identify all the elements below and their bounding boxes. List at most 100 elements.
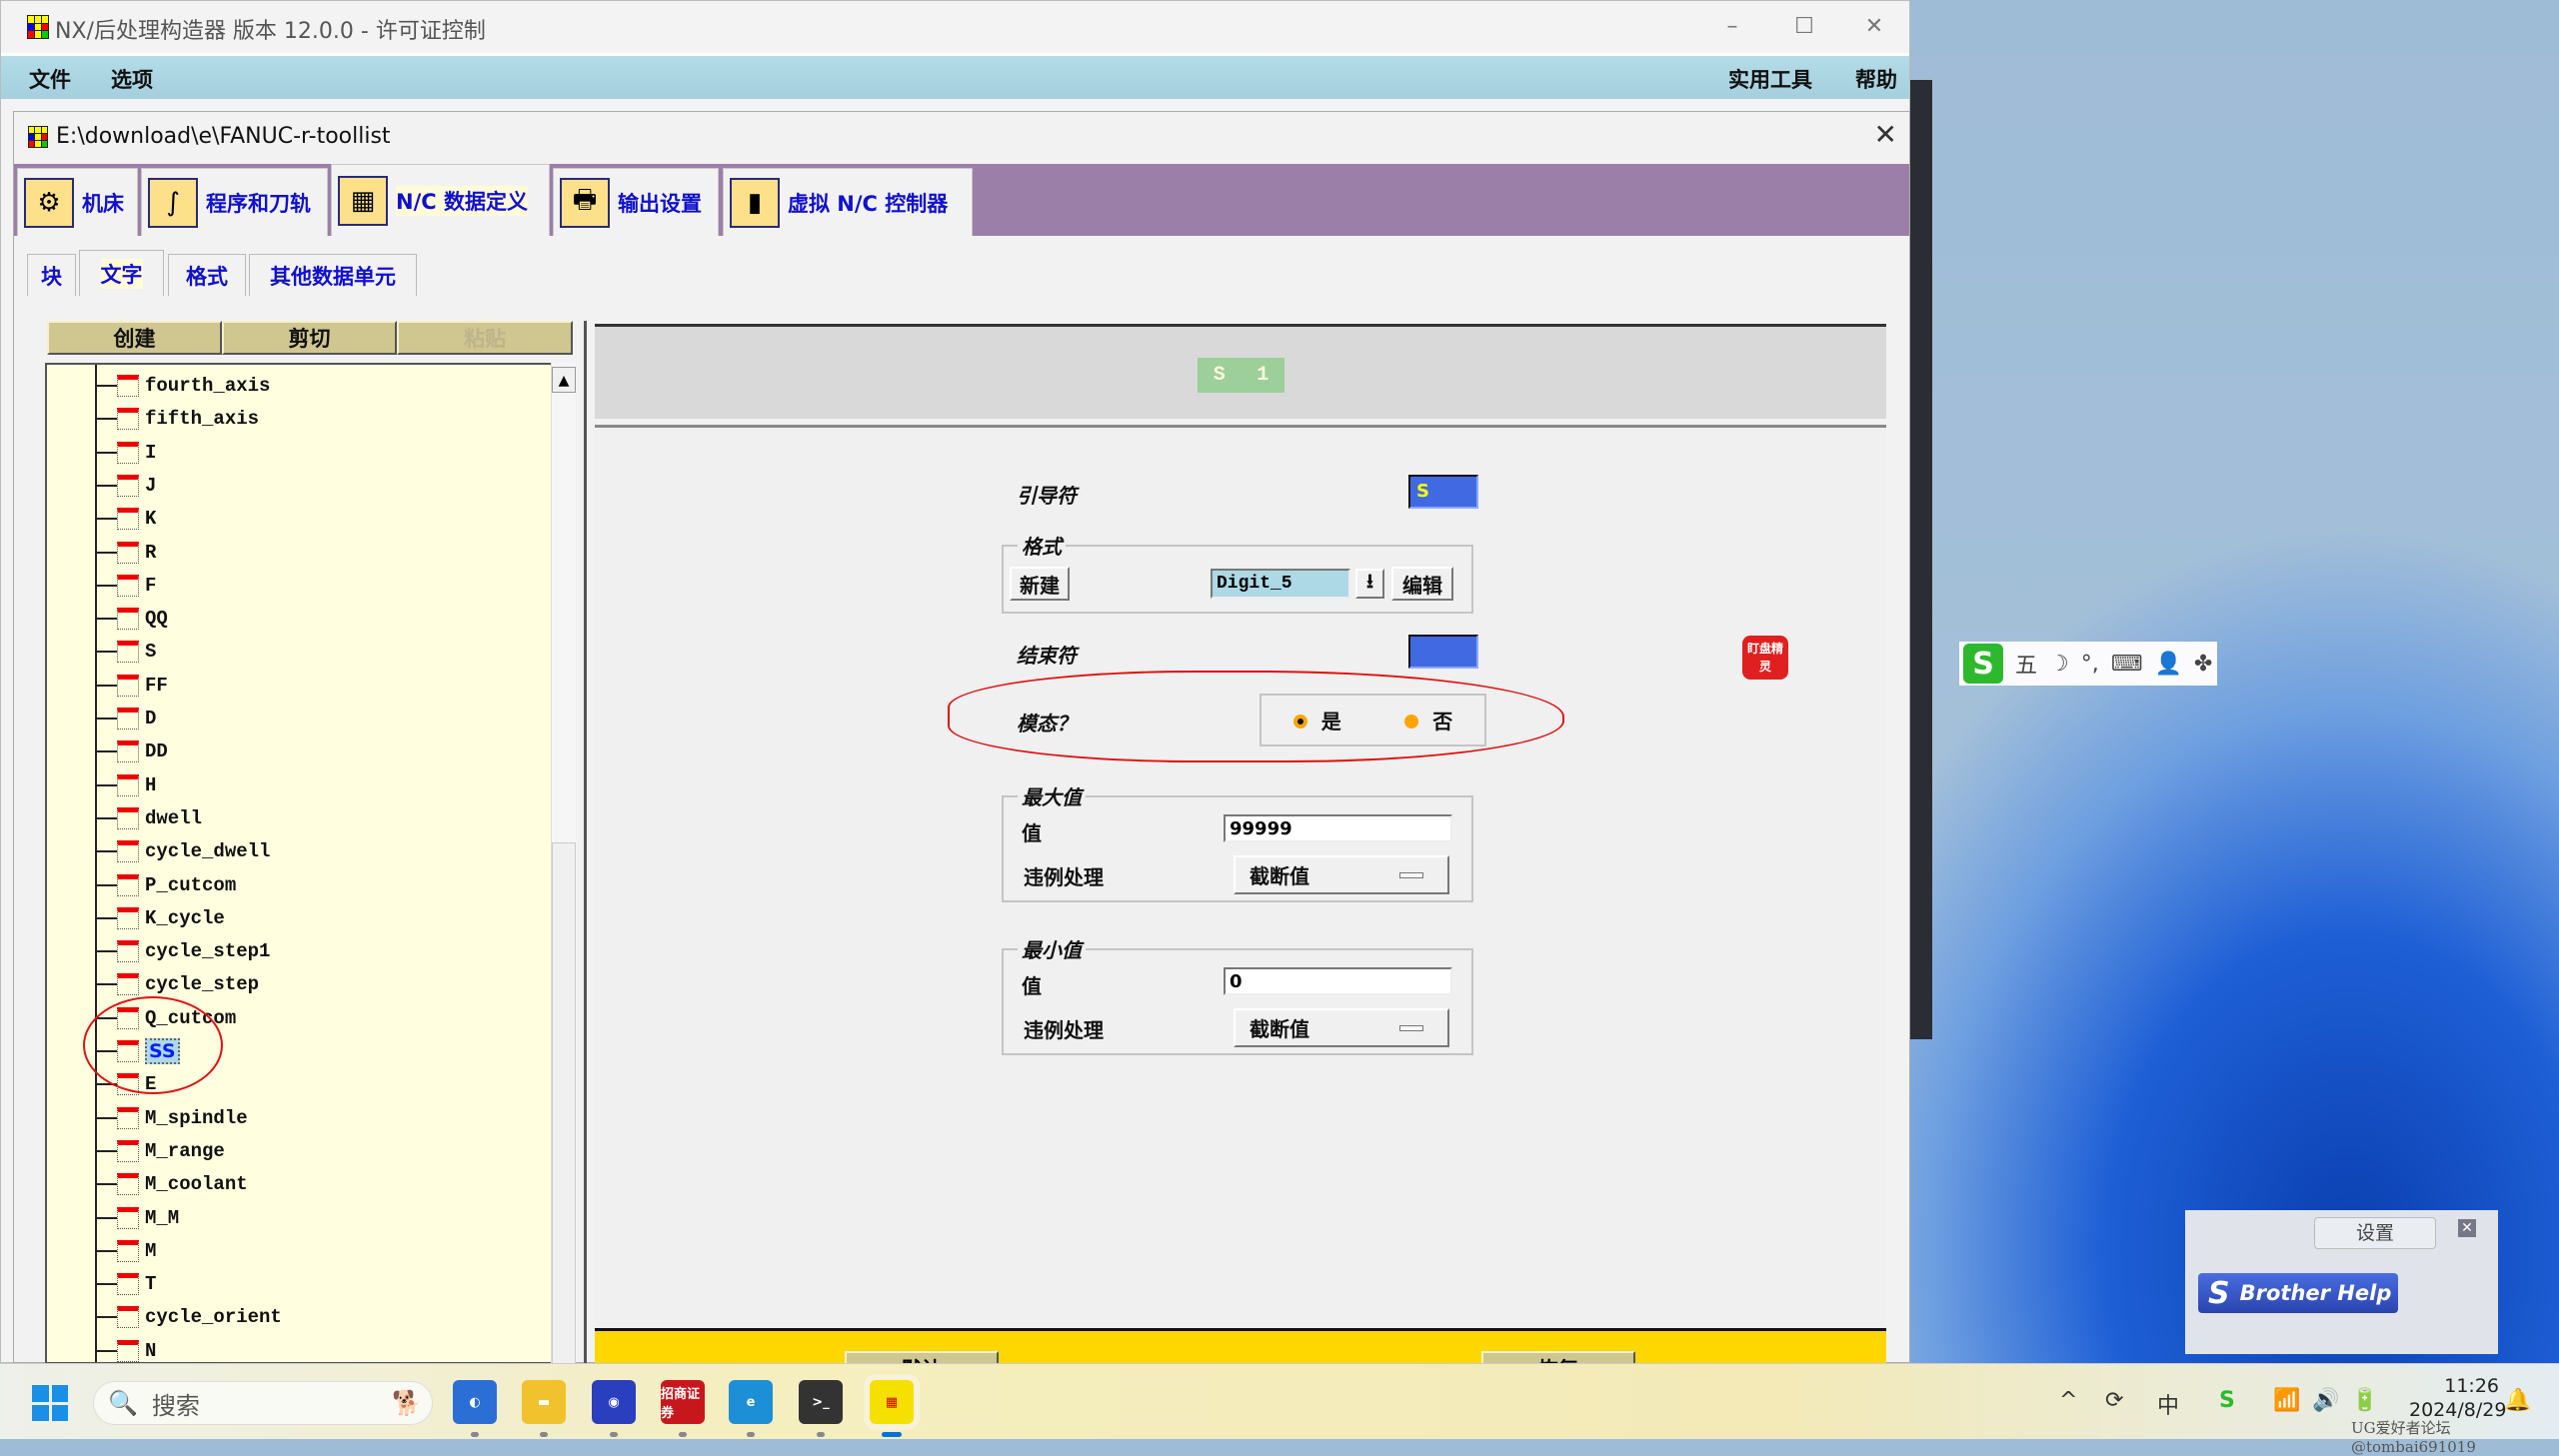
tree-item[interactable]: M_spindle: [95, 1103, 248, 1133]
tree-item-label: fourth_axis: [145, 375, 271, 397]
cut-button[interactable]: 剪切: [222, 321, 397, 355]
min-value-input[interactable]: 0: [1224, 967, 1452, 995]
create-button[interactable]: 创建: [47, 321, 222, 355]
tab-nc-data-definition[interactable]: ▦ N/C 数据定义: [331, 164, 550, 236]
wifi-icon[interactable]: 📶: [2273, 1388, 2300, 1413]
tree-item[interactable]: cycle_step1: [95, 936, 270, 966]
word-icon: [117, 906, 139, 929]
tree-item[interactable]: D: [95, 704, 156, 733]
eye-app-taskbar-icon[interactable]: ◉: [592, 1380, 636, 1424]
tab-label: 虚拟 N/C 控制器: [788, 191, 949, 216]
post-builder-taskbar-icon[interactable]: ▦: [864, 1374, 920, 1430]
volume-icon[interactable]: 🔊: [2312, 1388, 2339, 1413]
tree-item[interactable]: S: [95, 637, 156, 667]
subtab-word[interactable]: 文字: [79, 250, 164, 296]
leader-label: 引导符: [1017, 484, 1077, 508]
subtab-block[interactable]: 块: [27, 254, 76, 296]
file-explorer-taskbar-icon[interactable]: ▬: [522, 1380, 566, 1424]
punctuation-icon[interactable]: °,: [2081, 652, 2099, 677]
tree-item-label: K_cycle: [145, 906, 225, 929]
tree-item[interactable]: fourth_axis: [95, 371, 270, 401]
notification-bell-icon[interactable]: 🔔: [2504, 1388, 2531, 1413]
toolbox-icon[interactable]: ✤: [2194, 652, 2212, 677]
trailer-label: 结束符: [1017, 644, 1077, 668]
sync-icon[interactable]: ⟳: [2105, 1388, 2123, 1413]
ime-mode-button[interactable]: 五: [2015, 648, 2037, 680]
windows-start-icon[interactable]: [32, 1385, 68, 1421]
trailer-field[interactable]: [1408, 635, 1478, 669]
word-icon: [117, 1306, 139, 1329]
tree-item[interactable]: H: [95, 770, 156, 800]
tree-item[interactable]: cycle_step: [95, 969, 259, 999]
tray-chevron-icon[interactable]: ^: [2059, 1388, 2077, 1413]
scroll-thumb[interactable]: [552, 842, 576, 1402]
tree-item[interactable]: cycle_dwell: [95, 836, 270, 866]
min-violation-select[interactable]: 截断值: [1234, 1008, 1449, 1047]
watermark: UG爱好者论坛@tombai691019: [2351, 1419, 2476, 1456]
edit-format-button[interactable]: 编辑: [1391, 567, 1453, 601]
tree-item[interactable]: FF: [95, 671, 168, 701]
close-icon[interactable]: ✕: [2458, 1219, 2476, 1237]
scroll-up-arrow-icon[interactable]: ▲: [552, 367, 576, 393]
maximize-button[interactable]: ☐: [1782, 9, 1826, 45]
minimize-button[interactable]: –: [1710, 9, 1754, 45]
subtab-other-data-elements[interactable]: 其他数据单元: [249, 254, 417, 296]
tree-item[interactable]: T: [95, 1269, 156, 1299]
clock[interactable]: 11:26 2024/8/29: [2409, 1374, 2506, 1422]
sogou-logo-icon[interactable]: S: [1963, 644, 2003, 684]
new-format-button[interactable]: 新建: [1010, 567, 1070, 601]
settings-button[interactable]: 设置: [2314, 1217, 2436, 1249]
tree-item[interactable]: K_cycle: [95, 903, 225, 933]
ime-indicator-icon[interactable]: 中: [2157, 1388, 2179, 1420]
tree-item[interactable]: I: [95, 438, 156, 468]
menu-file[interactable]: 文件: [29, 64, 71, 94]
menu-options[interactable]: 选项: [111, 64, 153, 94]
running-indicator: [817, 1432, 825, 1437]
word-icon: [117, 474, 139, 497]
subtab-format[interactable]: 格式: [168, 254, 246, 296]
tree-item[interactable]: cycle_orient: [95, 1302, 282, 1332]
tree-item[interactable]: N: [95, 1336, 156, 1362]
moon-icon[interactable]: ☽: [2049, 652, 2069, 677]
tree-item[interactable]: R: [95, 538, 156, 568]
tree-item[interactable]: J: [95, 471, 156, 501]
tab-virtual-nc-controller[interactable]: ▮ 虚拟 N/C 控制器: [723, 168, 973, 236]
tree-item[interactable]: QQ: [95, 604, 168, 634]
menu-utilities[interactable]: 实用工具: [1728, 64, 1812, 94]
menu-help[interactable]: 帮助: [1855, 64, 1897, 94]
tree-item[interactable]: fifth_axis: [95, 404, 259, 434]
tree-item[interactable]: dwell: [95, 803, 202, 833]
close-button[interactable]: ✕: [1852, 9, 1896, 45]
user-icon[interactable]: 👤: [2155, 652, 2182, 677]
tree-item[interactable]: M_range: [95, 1136, 225, 1166]
brother-help-button[interactable]: S Brother Help: [2198, 1273, 2398, 1313]
dingpan-widget-icon[interactable]: 盯盘精灵: [1742, 636, 1788, 680]
tree-scrollbar[interactable]: ▲: [551, 363, 576, 1402]
edge-browser-taskbar-icon[interactable]: e: [729, 1380, 773, 1424]
tree-item-label: fifth_axis: [145, 408, 260, 431]
terminal-taskbar-icon[interactable]: >_: [799, 1380, 843, 1424]
tab-machine-tool[interactable]: ⚙ 机床: [17, 168, 138, 236]
taskbar-search[interactable]: 🔍 搜索 🐕: [93, 1381, 433, 1425]
tree-item[interactable]: K: [95, 504, 156, 534]
max-violation-select[interactable]: 截断值: [1234, 855, 1449, 894]
tree-item[interactable]: M_coolant: [95, 1169, 248, 1199]
format-dropdown-arrow-icon[interactable]: ⭳: [1355, 569, 1384, 599]
sogou-tray-icon[interactable]: S: [2219, 1388, 2235, 1413]
battery-icon[interactable]: 🔋: [2351, 1388, 2378, 1413]
max-value-input[interactable]: 99999: [1224, 814, 1452, 842]
tab-output-settings[interactable]: 🖶 输出设置: [553, 168, 719, 236]
tree-item[interactable]: M_M: [95, 1203, 179, 1233]
panel-splitter[interactable]: [584, 321, 587, 1364]
tab-program-toolpath[interactable]: ∫ 程序和刀轨: [141, 168, 328, 236]
tree-item[interactable]: M: [95, 1236, 156, 1266]
tree-item[interactable]: F: [95, 571, 156, 601]
leader-field[interactable]: S: [1408, 475, 1478, 509]
tree-item[interactable]: P_cutcom: [95, 870, 236, 900]
keyboard-icon[interactable]: ⌨: [2111, 652, 2143, 677]
format-select[interactable]: Digit_5: [1211, 569, 1350, 599]
tree-item[interactable]: DD: [95, 736, 168, 766]
document-close-button[interactable]: ✕: [1874, 118, 1897, 151]
nx-app-taskbar-icon[interactable]: ◐: [453, 1380, 497, 1424]
cms-securities-taskbar-icon[interactable]: 招商证券: [661, 1380, 705, 1424]
